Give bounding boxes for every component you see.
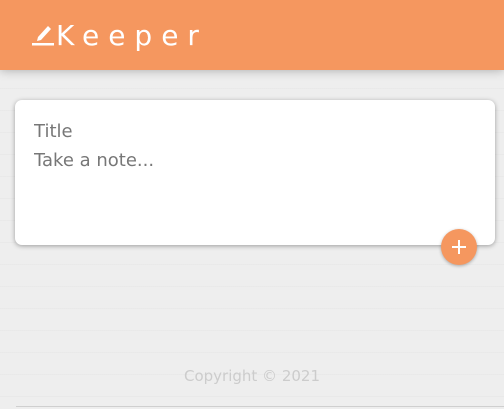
plus-icon (451, 239, 467, 255)
app-header: Keeper (0, 0, 504, 70)
create-note-form (15, 100, 495, 245)
note-content-input[interactable] (34, 148, 476, 218)
pencil-icon (32, 20, 54, 46)
copyright-text: Copyright © 2021 (183, 367, 320, 385)
bottom-divider (16, 406, 504, 407)
note-title-input[interactable] (34, 118, 476, 144)
footer: Copyright © 2021 (0, 366, 504, 386)
app-title: Keeper (56, 18, 208, 52)
add-note-button[interactable] (441, 229, 477, 265)
